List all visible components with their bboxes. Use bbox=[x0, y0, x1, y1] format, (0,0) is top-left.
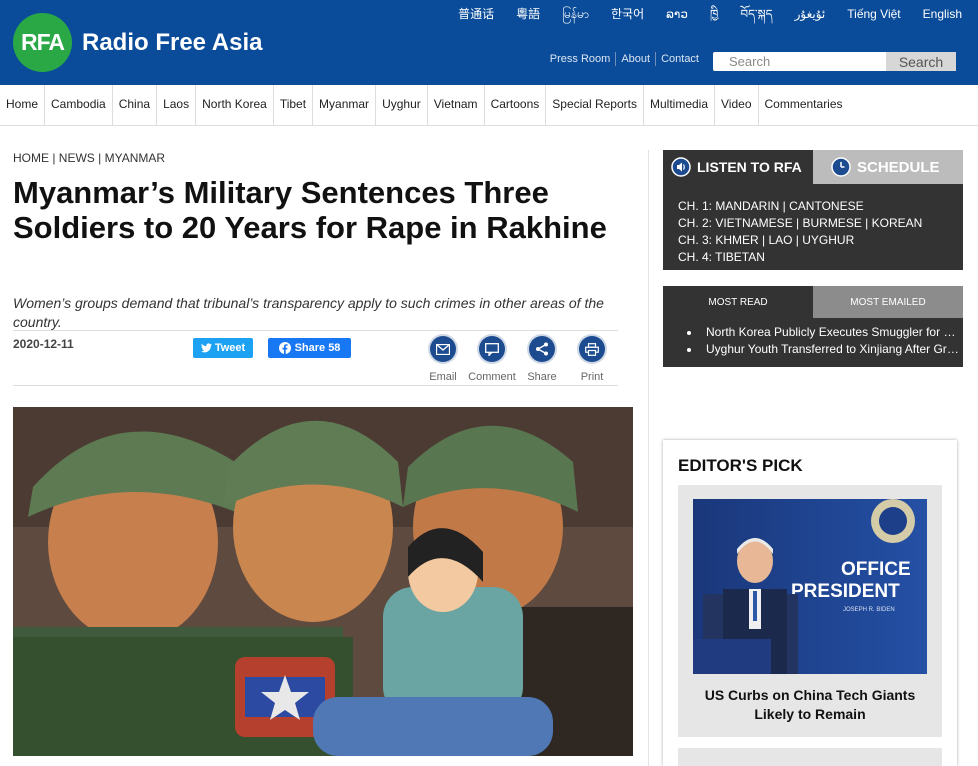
lang-tibetan[interactable]: བོད་སྐད bbox=[740, 6, 772, 22]
lang-vietnamese[interactable]: Tiếng Việt bbox=[847, 6, 900, 22]
nav-home[interactable]: Home bbox=[0, 85, 46, 125]
most-panel: MOST READ MOST EMAILED North Korea Publi… bbox=[663, 286, 963, 367]
email-tool[interactable]: Email bbox=[417, 336, 469, 383]
lang-khmer[interactable]: ཁྱི bbox=[710, 6, 718, 22]
nav-cambodia[interactable]: Cambodia bbox=[45, 85, 113, 125]
email-label: Email bbox=[429, 371, 457, 383]
main-nav: Home Cambodia China Laos North Korea Tib… bbox=[0, 85, 978, 126]
column-divider bbox=[648, 150, 649, 766]
lang-lao[interactable]: ລາວ bbox=[666, 6, 688, 22]
site-header: RFA Radio Free Asia 普通话 粵語 မြန်မာ 한국어 ລາ… bbox=[0, 0, 978, 85]
tab-most-emailed[interactable]: MOST EMAILED bbox=[813, 286, 963, 318]
tweet-label: Tweet bbox=[214, 342, 246, 354]
print-icon bbox=[579, 336, 605, 362]
search-box: Search bbox=[713, 52, 956, 71]
most-read-list: North Korea Publicly Executes Smuggler f… bbox=[687, 324, 959, 358]
most-read-item[interactable]: North Korea Publicly Executes Smuggler f… bbox=[687, 324, 959, 341]
press-room-link[interactable]: Press Room bbox=[545, 52, 616, 66]
about-link[interactable]: About bbox=[615, 52, 655, 66]
facebook-icon bbox=[278, 342, 291, 354]
speaker-icon bbox=[671, 157, 691, 177]
article-title: Myanmar’s Military Sentences Three Soldi… bbox=[13, 175, 607, 245]
search-input[interactable] bbox=[713, 52, 886, 71]
lang-uyghur[interactable]: ئۇيغۇر bbox=[795, 6, 826, 22]
clock-icon bbox=[831, 157, 851, 177]
schedule-label: SCHEDULE bbox=[857, 158, 940, 176]
comment-icon bbox=[479, 336, 505, 362]
share-label: Share 58 bbox=[294, 342, 341, 354]
listen-label: LISTEN TO RFA bbox=[697, 159, 802, 175]
site-name[interactable]: Radio Free Asia bbox=[82, 29, 263, 57]
channel-item[interactable]: CH. 1: MANDARIN | CANTONESE bbox=[678, 198, 922, 215]
most-read-item[interactable]: Uyghur Youth Transferred to Xinjiang Aft… bbox=[687, 341, 959, 358]
breadcrumb-myanmar[interactable]: MYANMAR bbox=[105, 151, 165, 165]
pick-image[interactable]: OFFICE PRESIDENT JOSEPH R. BIDEN bbox=[693, 499, 927, 674]
contact-link[interactable]: Contact bbox=[655, 52, 704, 66]
channel-list: CH. 1: MANDARIN | CANTONESE CH. 2: VIETN… bbox=[678, 198, 922, 266]
editors-pick-panel: EDITOR'S PICK OFFICE PRESIDENT JOSEPH R.… bbox=[663, 440, 957, 766]
share-tool[interactable]: Share bbox=[516, 336, 568, 383]
twitter-icon bbox=[200, 343, 212, 353]
nav-laos[interactable]: Laos bbox=[157, 85, 197, 125]
breadcrumb-home[interactable]: HOME bbox=[13, 151, 49, 165]
nav-myanmar[interactable]: Myanmar bbox=[313, 85, 377, 125]
facebook-share-button[interactable]: Share 58 bbox=[268, 338, 351, 358]
search-button[interactable]: Search bbox=[886, 52, 956, 71]
tweet-button[interactable]: Tweet bbox=[193, 338, 253, 358]
nav-cartoons[interactable]: Cartoons bbox=[485, 85, 547, 125]
nav-multimedia[interactable]: Multimedia bbox=[644, 85, 716, 125]
editors-pick-heading: EDITOR'S PICK bbox=[678, 456, 803, 475]
article-subtitle: Women’s groups demand that tribunal’s tr… bbox=[13, 295, 604, 330]
lang-mandarin[interactable]: 普通话 bbox=[458, 6, 494, 22]
nav-tibet[interactable]: Tibet bbox=[274, 85, 314, 125]
lang-english[interactable]: English bbox=[923, 6, 962, 22]
nav-vietnam[interactable]: Vietnam bbox=[428, 85, 485, 125]
hero-illustration bbox=[13, 407, 633, 756]
nav-north-korea[interactable]: North Korea bbox=[196, 85, 274, 125]
pick-image-office: OFFICE bbox=[841, 559, 911, 580]
share-icon bbox=[529, 336, 555, 362]
listen-tab[interactable]: LISTEN TO RFA bbox=[663, 150, 813, 184]
pick-image-president: PRESIDENT bbox=[791, 581, 900, 602]
schedule-tab[interactable]: SCHEDULE bbox=[813, 150, 963, 184]
channel-item[interactable]: CH. 3: KHMER | LAO | UYGHUR bbox=[678, 232, 922, 249]
share-tool-label: Share bbox=[527, 371, 557, 383]
print-tool[interactable]: Print bbox=[566, 336, 618, 383]
pick-title[interactable]: US Curbs on China Tech Giants Likely to … bbox=[688, 686, 932, 724]
lang-cantonese[interactable]: 粵語 bbox=[516, 6, 540, 22]
tab-most-read[interactable]: MOST READ bbox=[663, 286, 813, 318]
channel-item[interactable]: CH. 4: TIBETAN bbox=[678, 249, 922, 266]
article-date: 2020-12-11 bbox=[13, 337, 74, 351]
logo-text: RFA bbox=[21, 29, 65, 55]
pick-image-biden: JOSEPH R. BIDEN bbox=[843, 607, 895, 613]
nav-uyghur[interactable]: Uyghur bbox=[376, 85, 428, 125]
comment-label: Comment bbox=[468, 371, 516, 383]
nav-special-reports[interactable]: Special Reports bbox=[546, 85, 644, 125]
language-selector: 普通话 粵語 မြန်မာ 한국어 ລາວ ཁྱི བོད་སྐད ئۇيغۇر… bbox=[436, 6, 962, 22]
comment-tool[interactable]: Comment bbox=[466, 336, 518, 383]
breadcrumb-news[interactable]: NEWS bbox=[59, 151, 95, 165]
lang-burmese[interactable]: မြန်မာ bbox=[562, 6, 589, 22]
divider bbox=[13, 385, 618, 386]
divider bbox=[13, 330, 618, 331]
nav-china[interactable]: China bbox=[113, 85, 158, 125]
print-label: Print bbox=[580, 371, 604, 383]
lang-korean[interactable]: 한국어 bbox=[611, 6, 644, 22]
editors-pick-card[interactable]: OFFICE PRESIDENT JOSEPH R. BIDEN US Curb… bbox=[678, 485, 942, 737]
channel-item[interactable]: CH. 2: VIETNAMESE | BURMESE | KOREAN bbox=[678, 215, 922, 232]
editors-pick-card[interactable] bbox=[678, 748, 942, 766]
email-icon bbox=[430, 336, 456, 362]
breadcrumb: HOME | NEWS | MYANMAR bbox=[13, 151, 166, 165]
nav-video[interactable]: Video bbox=[715, 85, 759, 125]
utility-links: Press Room About Contact bbox=[545, 52, 704, 66]
listen-panel: LISTEN TO RFA SCHEDULE CH. 1: MANDARIN |… bbox=[663, 150, 963, 270]
nav-commentaries[interactable]: Commentaries bbox=[759, 85, 849, 125]
